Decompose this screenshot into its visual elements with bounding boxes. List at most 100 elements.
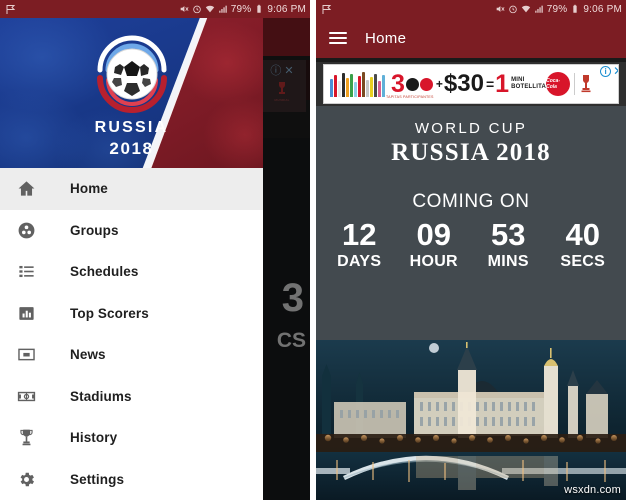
status-bar-system-icons: 79% 9:06 PM: [179, 4, 306, 15]
ad-offer-count: 3: [391, 69, 405, 98]
bottle-caps-icon: [405, 77, 433, 91]
battery-icon: [254, 4, 264, 14]
groups-icon: [17, 221, 43, 240]
wifi-icon: [521, 4, 531, 14]
status-bar-system-icons: 79% 9:06 PM: [495, 4, 622, 15]
status-bar: 79% 9:06 PM: [316, 0, 626, 18]
countdown-unit: MINS: [487, 252, 529, 270]
ad-banner-container: 3 + $30 = 1 MINI BOTELLITA TAPITAS PARTI…: [316, 62, 626, 106]
signal-icon: [218, 4, 228, 14]
countdown-unit: DAYS: [337, 252, 382, 270]
coming-on-label: COMING ON: [412, 191, 530, 212]
sidebar-item-settings[interactable]: Settings: [0, 459, 263, 500]
close-icon[interactable]: ✕: [613, 65, 618, 77]
sidebar-item-top-scorers[interactable]: Top Scorers: [0, 293, 263, 335]
ad-bottles-illustration: [330, 71, 385, 97]
sidebar-item-news[interactable]: News: [0, 334, 263, 376]
ad-logo-divider: [574, 73, 576, 95]
ad-reward-line1: MINI: [511, 77, 525, 84]
signal-icon: [534, 4, 544, 14]
mute-icon: [179, 4, 189, 14]
ad-price: $30: [443, 70, 484, 97]
drawer-title: RUSSIA: [94, 119, 169, 136]
gear-icon: [17, 470, 43, 489]
bar-chart-icon: [17, 304, 43, 323]
home-icon: [17, 179, 43, 198]
ad-plus-sign: +: [435, 77, 443, 91]
battery-percent: 79%: [230, 3, 252, 15]
hamburger-icon[interactable]: [329, 32, 347, 44]
sidebar-item-label: Settings: [70, 471, 125, 487]
adchoices-info-icon[interactable]: i: [600, 66, 612, 77]
drawer-brand: RUSSIA 2018: [0, 30, 263, 159]
news-icon: [17, 345, 43, 364]
headline-block: WORLD CUP RUSSIA 2018: [316, 106, 626, 167]
status-bar-notifications: [5, 4, 16, 14]
countdown-seconds: 40 SECS: [546, 217, 621, 271]
sidebar-item-label: Stadiums: [70, 388, 132, 404]
alarm-icon: [508, 4, 518, 14]
ad-banner[interactable]: 3 + $30 = 1 MINI BOTELLITA TAPITAS PARTI…: [323, 64, 619, 104]
list-icon: [17, 262, 43, 281]
sidebar-item-home[interactable]: Home: [0, 168, 263, 210]
countdown-timer: 12 DAYS 09 HOUR 53 MINS 40 SECS: [316, 217, 626, 271]
clock-time: 9:06 PM: [583, 3, 622, 15]
wifi-icon: [205, 4, 215, 14]
ad-brand-logos: Coca-Cola: [546, 72, 593, 96]
stadium-icon: [17, 387, 43, 406]
ad-reward-line2: BOTELLITA: [511, 84, 547, 90]
ad-reward-label: MINI BOTELLITA: [511, 77, 546, 91]
trophy-icon: [17, 428, 43, 447]
sidebar-item-label: Schedules: [70, 264, 139, 280]
countdown-unit: SECS: [560, 252, 606, 270]
ad-controls: i ✕: [600, 65, 618, 77]
sidebar-item-label: History: [70, 430, 118, 446]
sidebar-item-label: Top Scorers: [70, 305, 149, 321]
site-watermark: wsxdn.com: [564, 484, 621, 496]
battery-percent: 79%: [546, 3, 568, 15]
world-cup-trophy-icon: [581, 75, 591, 93]
sidebar-item-label: Groups: [70, 222, 119, 238]
countdown-value: 53: [491, 217, 526, 252]
navigation-drawer: RUSSIA 2018 Home Groups Schedules Top Sc…: [0, 18, 263, 500]
countdown-minutes: 53 MINS: [471, 217, 546, 271]
home-content: WORLD CUP RUSSIA 2018 COMING ON 12 DAYS …: [316, 106, 626, 500]
headline-russia-2018: RUSSIA 2018: [391, 139, 551, 166]
battery-icon: [570, 4, 580, 14]
coca-cola-logo-icon: Coca-Cola: [546, 72, 571, 96]
countdown-unit: HOUR: [409, 252, 458, 270]
countdown-value: 40: [565, 217, 600, 252]
ad-brand-name: Coca-Cola: [546, 78, 560, 90]
mute-icon: [495, 4, 505, 14]
moscow-kremlin-night-skyline-image: [316, 340, 626, 500]
sidebar-item-stadiums[interactable]: Stadiums: [0, 376, 263, 418]
countdown-value: 12: [342, 217, 377, 252]
countdown-hours: 09 HOUR: [397, 217, 472, 271]
countdown-days: 12 DAYS: [322, 217, 397, 271]
ad-reward-count: 1: [495, 69, 510, 98]
countdown-value: 09: [416, 217, 451, 252]
phone-screen-drawer-open: ⓘ ✕ MUNDIAL 3 CS RUSSIA 2018 Home Groups…: [0, 0, 310, 500]
page-title: Home: [365, 29, 407, 47]
sidebar-item-schedules[interactable]: Schedules: [0, 251, 263, 293]
drawer-menu: Home Groups Schedules Top Scorers News S…: [0, 168, 263, 500]
drawer-header: RUSSIA 2018: [0, 18, 263, 168]
sidebar-item-label: News: [70, 347, 106, 363]
ad-fine-print: TAPITAS PARTICIPANTES: [386, 95, 434, 99]
alarm-icon: [192, 4, 202, 14]
status-bar-notifications: [321, 4, 332, 14]
flag-notification-icon: [321, 4, 332, 14]
screenshot-pair: ⓘ ✕ MUNDIAL 3 CS RUSSIA 2018 Home Groups…: [0, 0, 626, 500]
sidebar-item-label: Home: [70, 181, 108, 197]
ad-equals-sign: =: [485, 76, 495, 92]
fifa-world-cup-ball-logo-icon: [86, 30, 178, 118]
sidebar-item-groups[interactable]: Groups: [0, 210, 263, 252]
sidebar-item-history[interactable]: History: [0, 417, 263, 459]
headline-world-cup: WORLD CUP: [414, 120, 528, 137]
app-bar: Home: [316, 18, 626, 58]
status-bar: 79% 9:06 PM: [0, 0, 310, 18]
phone-screen-home: Home 3 + $30 = 1 MINI BOTELLITA TAPITAS …: [316, 0, 626, 500]
flag-notification-icon: [5, 4, 16, 14]
clock-time: 9:06 PM: [267, 3, 306, 15]
drawer-year: 2018: [109, 139, 154, 158]
